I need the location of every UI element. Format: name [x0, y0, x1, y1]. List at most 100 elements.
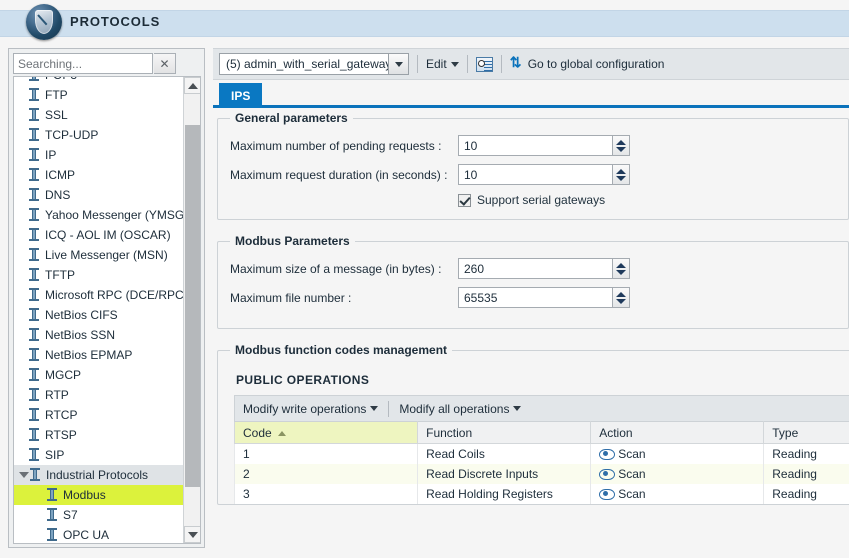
sidebar-item-ip[interactable]: IP — [14, 145, 185, 165]
edit-button[interactable]: Edit — [426, 57, 459, 71]
cell-type: Reading — [763, 443, 849, 464]
protocol-icon — [46, 508, 58, 522]
sidebar-item-label: RTP — [45, 388, 69, 402]
toolbar-divider — [388, 400, 390, 417]
max-message-size-label: Maximum size of a message (in bytes) : — [230, 261, 442, 276]
sidebar-item-netbios-cifs[interactable]: NetBios CIFS — [14, 305, 185, 325]
sidebar-item-rtp[interactable]: RTP — [14, 385, 185, 405]
edit-button-label: Edit — [426, 57, 447, 71]
sidebar-item-mgcp[interactable]: MGCP — [14, 365, 185, 385]
support-serial-gateways-checkbox[interactable] — [458, 193, 471, 207]
table-row[interactable]: 2 Read Discrete Inputs Scan Reading — [233, 463, 849, 484]
toolbar-divider — [466, 55, 468, 73]
sidebar-item-label: DNS — [45, 188, 71, 202]
support-serial-gateways-row: Support serial gateways — [458, 193, 836, 207]
max-request-duration-stepper[interactable] — [458, 164, 630, 185]
tab-strip: IPS — [213, 80, 849, 108]
max-pending-requests-stepper[interactable] — [458, 135, 630, 156]
sidebar-item-modbus[interactable]: Modbus — [14, 485, 185, 505]
protocol-icon — [28, 388, 40, 402]
cell-function: Read Discrete Inputs — [417, 463, 592, 484]
go-to-global-configuration-button[interactable]: Go to global configuration — [510, 54, 665, 71]
max-message-size-stepper[interactable] — [458, 258, 630, 279]
stepper-arrows-icon[interactable] — [612, 288, 629, 307]
max-message-size-row: Maximum size of a message (in bytes) : — [230, 258, 836, 279]
search-input[interactable] — [13, 53, 153, 74]
protocol-icon — [28, 88, 40, 102]
sidebar-item-rtcp[interactable]: RTCP — [14, 405, 185, 425]
table-row[interactable]: 3 Read Holding Registers Scan Reading — [233, 483, 849, 504]
stepper-arrows-icon[interactable] — [612, 259, 629, 278]
expand-collapse-icon[interactable] — [18, 470, 29, 480]
protocol-icon — [28, 268, 40, 282]
history-log-icon[interactable] — [475, 56, 493, 72]
max-file-number-stepper[interactable] — [458, 287, 630, 308]
sidebar-scrollbar[interactable] — [183, 77, 200, 543]
settings-panel: General parameters Maximum number of pen… — [213, 111, 849, 558]
protocol-icon — [28, 168, 40, 182]
function-codes-table: Code Function Action Type 1 Read Coils Scan Re… — [233, 421, 849, 504]
sidebar-item-opc-ua[interactable]: OPC UA — [14, 525, 185, 543]
sidebar-item-icmp[interactable]: ICMP — [14, 165, 185, 185]
public-operations-caption: PUBLIC OPERATIONS — [236, 373, 370, 387]
sidebar-item-netbios-epmap[interactable]: NetBios EPMAP — [14, 345, 185, 365]
sidebar-item-live-messenger-msn[interactable]: Live Messenger (MSN) — [14, 245, 185, 265]
max-pending-requests-input[interactable] — [458, 135, 630, 156]
sidebar-item-dns[interactable]: DNS — [14, 185, 185, 205]
sidebar-item-s7[interactable]: S7 — [14, 505, 185, 525]
protocol-icon — [28, 248, 40, 262]
column-header-type[interactable]: Type — [763, 421, 849, 444]
max-message-size-input[interactable] — [458, 258, 630, 279]
protocol-icon — [28, 188, 40, 202]
scroll-down-arrow-icon[interactable] — [184, 526, 200, 543]
close-icon[interactable]: ✕ — [154, 53, 176, 74]
sidebar-item-ftp[interactable]: FTP — [14, 85, 185, 105]
column-header-code[interactable]: Code — [233, 421, 419, 444]
scroll-up-arrow-icon[interactable] — [184, 77, 200, 94]
profile-select[interactable]: (5) admin_with_serial_gateway — [219, 53, 409, 75]
scrollbar-thumb[interactable] — [185, 125, 200, 487]
function-codes-group: Modbus function codes management PUBLIC … — [217, 343, 849, 505]
sidebar-item-tftp[interactable]: TFTP — [14, 265, 185, 285]
max-file-number-input[interactable] — [458, 287, 630, 308]
sidebar-item-netbios-ssn[interactable]: NetBios SSN — [14, 325, 185, 345]
chevron-down-icon — [450, 61, 459, 67]
cell-type-label: Reading — [772, 466, 817, 481]
column-header-function[interactable]: Function — [417, 421, 592, 444]
sidebar-item-label: ICMP — [45, 168, 75, 182]
protocol-icon — [28, 428, 40, 442]
modify-all-operations-button[interactable]: Modify all operations — [399, 402, 522, 416]
toolbar-divider — [500, 55, 502, 73]
sidebar-item-icq-aol-im-oscar[interactable]: ICQ - AOL IM (OSCAR) — [14, 225, 185, 245]
tab-ips[interactable]: IPS — [219, 83, 263, 108]
sidebar-item-yahoo-messenger-ymsg[interactable]: Yahoo Messenger (YMSG) — [14, 205, 188, 225]
sidebar-item-microsoft-rpc-dce-rpc[interactable]: Microsoft RPC (DCE/RPC) — [14, 285, 188, 305]
cell-action: Scan — [590, 443, 765, 464]
stepper-arrows-icon[interactable] — [612, 165, 629, 184]
protocol-icon — [28, 148, 40, 162]
chevron-down-icon[interactable] — [388, 54, 408, 74]
sidebar-item-label: SIP — [45, 448, 65, 462]
sidebar-item-label: Modbus — [63, 488, 106, 502]
cell-action-label: Scan — [618, 466, 646, 481]
sidebar-item-tcp-udp[interactable]: TCP-UDP — [14, 125, 185, 145]
profile-select-value: (5) admin_with_serial_gateway — [226, 57, 392, 71]
table-row[interactable]: 1 Read Coils Scan Reading — [233, 443, 849, 464]
stepper-arrows-icon[interactable] — [612, 136, 629, 155]
sidebar-item-industrial-protocols[interactable]: Industrial Protocols — [14, 465, 185, 485]
max-pending-requests-label: Maximum number of pending requests : — [230, 138, 442, 153]
cell-type-label: Reading — [772, 446, 817, 461]
sidebar-item-pop3[interactable]: POP3 — [14, 77, 185, 85]
modify-write-operations-label: Modify write operations — [243, 401, 367, 416]
sidebar-item-sip[interactable]: SIP — [14, 445, 185, 465]
column-header-action[interactable]: Action — [590, 421, 765, 444]
protocol-icon — [28, 108, 40, 122]
sidebar-item-label: RTCP — [45, 408, 78, 422]
support-serial-gateways-label: Support serial gateways — [477, 193, 606, 207]
modify-write-operations-button[interactable]: Modify write operations — [243, 401, 379, 416]
sidebar-item-ssl[interactable]: SSL — [14, 105, 185, 125]
sidebar-item-label: Microsoft RPC (DCE/RPC) — [45, 288, 188, 302]
sidebar-item-rtsp[interactable]: RTSP — [14, 425, 185, 445]
max-request-duration-input[interactable] — [458, 164, 630, 185]
cell-action: Scan — [590, 483, 765, 504]
